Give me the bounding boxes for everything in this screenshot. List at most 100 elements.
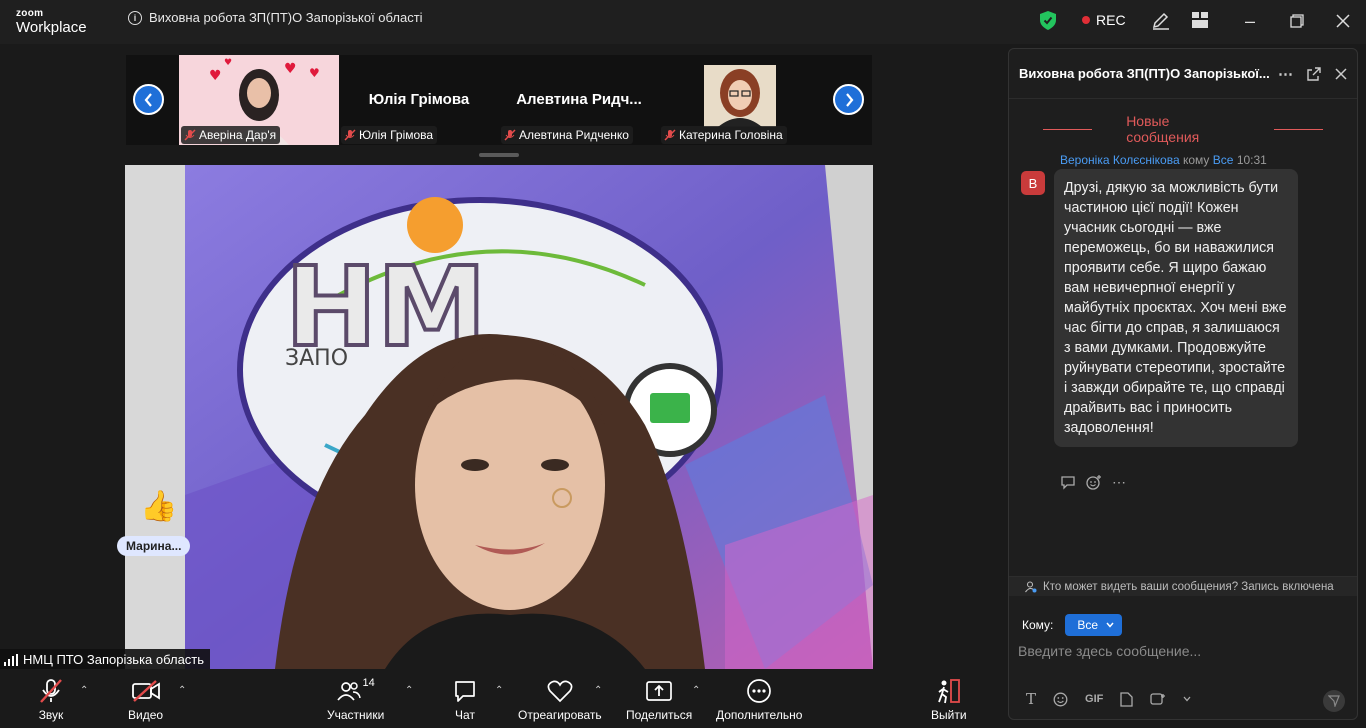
audio-label: Звук bbox=[38, 708, 64, 722]
rec-label: REC bbox=[1096, 12, 1126, 28]
sender-avatar[interactable]: В bbox=[1021, 171, 1045, 195]
audio-options-caret[interactable]: ⌃ bbox=[80, 685, 88, 696]
file-attach-icon[interactable] bbox=[1120, 691, 1134, 707]
participant-tile[interactable]: Юлія Грімова Юлія Грімова bbox=[339, 55, 499, 145]
speaker-name-label: НМЦ ПТО Запорізька область bbox=[0, 649, 211, 670]
video-button[interactable]: Видео bbox=[128, 677, 163, 722]
participants-label: Участники bbox=[327, 708, 385, 722]
message-recipient: Все bbox=[1212, 153, 1234, 167]
video-options-caret[interactable]: ⌃ bbox=[178, 685, 186, 696]
close-chat-icon[interactable] bbox=[1335, 67, 1347, 80]
chat-button[interactable]: Чат bbox=[453, 677, 477, 722]
new-messages-label: Новые сообщения bbox=[1126, 113, 1200, 145]
react-options-caret[interactable]: ⌃ bbox=[594, 685, 602, 696]
chat-label: Чат bbox=[455, 708, 475, 722]
thumbs-up-reaction-icon: 👍 bbox=[140, 490, 178, 523]
chat-privacy-notice[interactable]: Кто может видеть ваши сообщения? Запись … bbox=[1009, 576, 1357, 596]
reply-thread-icon[interactable] bbox=[1060, 474, 1076, 490]
message-more-icon[interactable]: ⋯ bbox=[1112, 474, 1126, 491]
share-label: Поделиться bbox=[626, 708, 693, 722]
share-options-caret[interactable]: ⌃ bbox=[692, 685, 700, 696]
strip-next-button[interactable] bbox=[833, 84, 864, 115]
logo-brand-large: Workplace bbox=[16, 19, 87, 36]
new-messages-divider: Новые сообщения bbox=[1009, 113, 1357, 145]
zoom-logo: zoom Workplace bbox=[16, 8, 87, 36]
recipient-row: Кому: Все bbox=[1022, 614, 1123, 636]
popout-icon[interactable] bbox=[1307, 66, 1321, 81]
meeting-info[interactable]: i Виховна робота ЗП(ПТ)О Запорізької обл… bbox=[128, 10, 423, 25]
leave-label: Выйти bbox=[931, 708, 967, 722]
participant-big-name: Алевтина Ридч... bbox=[516, 91, 642, 108]
title-bar: zoom Workplace i Виховна робота ЗП(ПТ)О … bbox=[0, 0, 1366, 44]
participant-strip: ♥ ♥ ♥ ♥ Аверіна Дар'я Юлія Грімова Юлія … bbox=[126, 55, 872, 145]
recording-indicator[interactable]: REC bbox=[1082, 12, 1126, 28]
participant-name: Катерина Головіна bbox=[679, 128, 783, 142]
message-sender[interactable]: Вероніка Колєснікова bbox=[1060, 153, 1180, 167]
recipient-value: Все bbox=[1077, 618, 1099, 632]
react-button[interactable]: Отреагировать bbox=[518, 677, 602, 722]
more-dots-icon bbox=[747, 679, 772, 703]
close-window-button[interactable] bbox=[1336, 14, 1350, 28]
participant-name: Алевтина Ридченко bbox=[519, 128, 629, 142]
participants-options-caret[interactable]: ⌃ bbox=[405, 685, 413, 696]
chat-more-icon[interactable]: ⋯ bbox=[1278, 65, 1293, 83]
message-time: 10:31 bbox=[1236, 153, 1267, 167]
share-button[interactable]: Поделиться bbox=[626, 677, 692, 722]
mic-off-icon bbox=[40, 679, 62, 703]
mic-muted-icon bbox=[504, 129, 516, 141]
participant-big-name: Юлія Грімова bbox=[368, 91, 470, 108]
info-icon[interactable]: i bbox=[128, 10, 142, 25]
screenshot-icon[interactable] bbox=[1150, 692, 1166, 706]
gif-icon[interactable]: GIF bbox=[1085, 693, 1103, 705]
chevron-down-icon[interactable] bbox=[1183, 696, 1191, 702]
chat-panel: Виховна робота ЗП(ПТ)О Запорізької... ⋯ … bbox=[1008, 48, 1358, 720]
security-shield-icon[interactable] bbox=[1040, 11, 1056, 30]
participant-name-label: Катерина Головіна bbox=[661, 126, 787, 144]
chat-title: Виховна робота ЗП(ПТ)О Запорізької... bbox=[1019, 66, 1270, 81]
heart-icon bbox=[547, 680, 573, 703]
participant-tile[interactable]: Алевтина Ридч... Алевтина Ридченко bbox=[499, 55, 659, 145]
chat-options-caret[interactable]: ⌃ bbox=[495, 685, 503, 696]
participant-name: Юлія Грімова bbox=[359, 128, 434, 142]
leave-button[interactable]: Выйти bbox=[931, 677, 967, 722]
meeting-toolbar: Звук ⌃ Видео ⌃ 14 Участники ⌃ Чат ⌃ Отре… bbox=[0, 669, 998, 728]
minimize-button[interactable]: – bbox=[1242, 12, 1258, 30]
add-reaction-icon[interactable] bbox=[1086, 474, 1102, 490]
svg-text:♥: ♥ bbox=[309, 66, 320, 80]
participant-name-label: Юлія Грімова bbox=[341, 126, 438, 144]
meeting-title: Виховна робота ЗП(ПТ)О Запорізької облас… bbox=[149, 10, 423, 25]
speaker-name: НМЦ ПТО Запорізька область bbox=[23, 652, 205, 667]
annotate-pen-icon[interactable] bbox=[1151, 10, 1171, 30]
mic-muted-icon bbox=[664, 129, 676, 141]
rec-dot-icon bbox=[1082, 16, 1090, 24]
text-format-icon[interactable]: T bbox=[1026, 690, 1036, 708]
mic-muted-icon bbox=[184, 129, 196, 141]
participant-tile[interactable]: Катерина Головіна bbox=[659, 55, 819, 145]
svg-text:ЗАПО: ЗАПО bbox=[285, 346, 348, 371]
chat-message-input[interactable]: Введите здесь сообщение... bbox=[1018, 643, 1338, 659]
gallery-view-icon[interactable] bbox=[1190, 10, 1210, 30]
chevron-down-icon bbox=[1106, 622, 1114, 628]
strip-prev-button[interactable] bbox=[133, 84, 164, 115]
logo-brand-small: zoom bbox=[16, 8, 44, 19]
send-button[interactable] bbox=[1323, 690, 1345, 712]
svg-text:♥: ♥ bbox=[209, 68, 222, 84]
divider-line bbox=[1043, 128, 1093, 130]
more-button[interactable]: Дополнительно bbox=[716, 677, 802, 722]
participant-tile[interactable]: ♥ ♥ ♥ ♥ Аверіна Дар'я bbox=[179, 55, 339, 145]
strip-resize-handle[interactable] bbox=[479, 153, 519, 157]
participant-avatar-photo bbox=[704, 65, 776, 127]
chat-header: Виховна робота ЗП(ПТ)О Запорізької... ⋯ bbox=[1009, 49, 1357, 99]
leave-door-icon bbox=[937, 679, 960, 704]
participant-name-label: Алевтина Ридченко bbox=[501, 126, 633, 144]
message-to-word: кому bbox=[1182, 153, 1210, 167]
recipient-select[interactable]: Все bbox=[1065, 614, 1123, 636]
audio-button[interactable]: Звук bbox=[38, 677, 64, 722]
emoji-icon[interactable] bbox=[1053, 692, 1068, 707]
participants-icon bbox=[336, 682, 361, 701]
participants-button[interactable]: 14 Участники bbox=[327, 677, 384, 722]
restore-button[interactable] bbox=[1290, 14, 1304, 28]
active-speaker-video: НМ ЗАПО bbox=[125, 165, 873, 669]
message-meta: Вероніка Колєснікова кому Все 10:31 bbox=[1060, 153, 1267, 167]
to-label: Кому: bbox=[1022, 618, 1054, 632]
